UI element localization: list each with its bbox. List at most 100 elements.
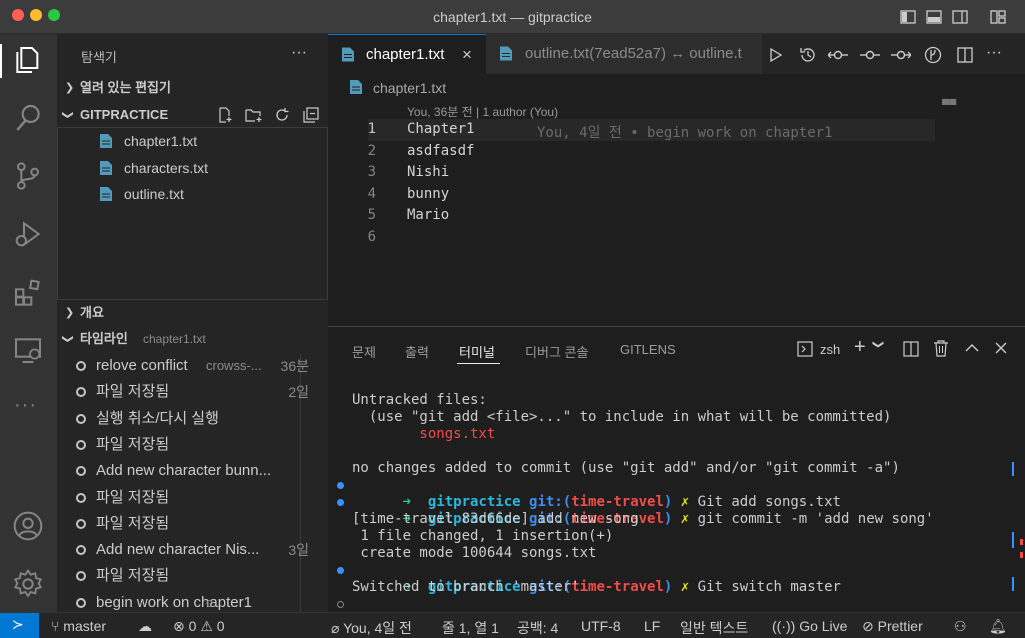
editor-tabs: chapter1.txt × outline.txt(7ead52a7) ↔ o… bbox=[328, 34, 1025, 74]
blame-indicator[interactable]: ⌀ You, 4일 전 bbox=[331, 618, 412, 638]
timeline-item[interactable]: Add new character Nis... 3일 bbox=[57, 539, 328, 561]
timeline-item-desc: c... bbox=[206, 594, 224, 610]
line-number: 6 bbox=[367, 228, 376, 245]
open-editors-section[interactable]: ❯ 열려 있는 편집기 bbox=[57, 77, 328, 99]
go-live-label: Go Live bbox=[799, 618, 848, 634]
tab-gitlens[interactable]: GITLENS bbox=[620, 342, 676, 357]
timeline-item[interactable]: 파일 저장됨 bbox=[57, 513, 328, 535]
history-icon[interactable] bbox=[799, 46, 817, 64]
file-item-outline[interactable]: outline.txt bbox=[58, 183, 329, 205]
timeline-item[interactable]: begin work on chapter1 c... bbox=[57, 592, 328, 614]
accounts-icon[interactable] bbox=[12, 510, 44, 542]
search-icon[interactable] bbox=[12, 102, 44, 134]
timeline-section[interactable]: ❯ 타임라인 chapter1.txt bbox=[57, 328, 328, 350]
settings-gear-icon[interactable] bbox=[12, 568, 44, 600]
extensions-icon[interactable] bbox=[12, 276, 44, 308]
close-panel-icon[interactable] bbox=[994, 341, 1008, 355]
timeline-item[interactable]: Add new character bunn... bbox=[57, 460, 328, 482]
timeline-item-title: 파일 저장됨 bbox=[96, 383, 170, 401]
language-mode[interactable]: 일반 텍스트 bbox=[680, 618, 748, 638]
maximize-panel-icon[interactable] bbox=[965, 342, 979, 354]
branch-indicator[interactable]: ⑂ master bbox=[51, 618, 106, 634]
code-line[interactable]: Chapter1 bbox=[407, 121, 474, 137]
code-line[interactable]: bunny bbox=[407, 186, 449, 202]
tab-output[interactable]: 출력 bbox=[405, 342, 429, 361]
notifications-bell-icon[interactable]: 🔔︎ bbox=[989, 618, 1007, 635]
commit-node-icon bbox=[76, 439, 86, 450]
remote-indicator[interactable]: ≻ bbox=[0, 613, 39, 638]
git-branch-icon: ⑂ bbox=[51, 618, 60, 634]
refresh-icon[interactable] bbox=[274, 107, 290, 123]
accounts-live-share-icon[interactable]: ⚇ bbox=[954, 618, 967, 635]
more-icon[interactable]: ··· bbox=[14, 394, 37, 417]
split-terminal-icon[interactable] bbox=[903, 341, 919, 357]
toggle-sidebar-icon[interactable] bbox=[900, 9, 916, 25]
timeline-item[interactable]: 실행 취소/다시 실행 bbox=[57, 408, 328, 430]
timeline-item[interactable]: 파일 저장됨 bbox=[57, 487, 328, 509]
sync-icon[interactable]: ☁ bbox=[138, 618, 152, 635]
tab-terminal[interactable]: 터미널 bbox=[459, 342, 495, 361]
go-live-button[interactable]: ((·)) Go Live bbox=[772, 618, 847, 634]
remote-explorer-icon[interactable] bbox=[12, 334, 44, 366]
next-revision-icon[interactable] bbox=[891, 47, 911, 63]
toggle-panel-icon[interactable] bbox=[926, 9, 942, 25]
chevron-down-icon[interactable]: ❯ bbox=[872, 340, 885, 349]
command-decoration-icon[interactable] bbox=[337, 482, 344, 489]
prettier-icon: ⊘ bbox=[862, 618, 874, 634]
split-editor-icon[interactable] bbox=[956, 46, 974, 64]
collapse-all-icon[interactable] bbox=[303, 107, 319, 123]
new-terminal-icon[interactable]: + bbox=[854, 336, 866, 359]
command-decoration-icon[interactable] bbox=[337, 499, 344, 506]
run-and-debug-icon[interactable] bbox=[12, 218, 44, 250]
terminal-line: songs.txt bbox=[352, 426, 496, 442]
tab-outline-diff[interactable]: outline.txt(7ead52a7) ↔ outline.t bbox=[486, 34, 762, 74]
file-item-characters[interactable]: characters.txt bbox=[58, 157, 329, 179]
more-actions-icon[interactable]: ··· bbox=[986, 44, 1002, 62]
inline-blame: You, 4일 전 • begin work on chapter1 bbox=[537, 125, 833, 141]
explorer-icon[interactable] bbox=[12, 44, 44, 76]
toggle-secondary-sidebar-icon[interactable] bbox=[952, 9, 968, 25]
new-folder-icon[interactable] bbox=[245, 107, 263, 123]
code-line[interactable]: asdfasdf bbox=[407, 143, 474, 159]
tab-problems[interactable]: 문제 bbox=[352, 342, 376, 361]
outline-label: 개요 bbox=[80, 305, 104, 320]
timeline-item[interactable]: relove conflict crowss-... 36분 bbox=[57, 355, 328, 377]
close-tab-icon[interactable]: × bbox=[462, 35, 472, 74]
timeline-item[interactable]: 파일 저장됨 bbox=[57, 434, 328, 456]
blame-text: You, 4일 전 bbox=[343, 620, 412, 636]
breadcrumb-file[interactable]: chapter1.txt bbox=[373, 80, 446, 96]
tab-chapter1[interactable]: chapter1.txt × bbox=[328, 34, 486, 74]
encoding[interactable]: UTF-8 bbox=[581, 618, 621, 634]
run-icon[interactable] bbox=[768, 47, 784, 63]
prettier-button[interactable]: ⊘ Prettier bbox=[862, 618, 923, 635]
new-file-icon[interactable] bbox=[217, 107, 233, 123]
code-line[interactable]: Mario bbox=[407, 207, 449, 223]
more-actions-icon[interactable]: ··· bbox=[291, 44, 307, 62]
tab-debug-console[interactable]: 디버그 콘솔 bbox=[525, 342, 588, 361]
command-decoration-icon[interactable] bbox=[337, 567, 344, 574]
previous-revision-icon[interactable] bbox=[828, 47, 848, 63]
status-bar: ≻ ⑂ master ☁ ⊗ 0 ⚠ 0 ⌀ You, 4일 전 줄 1, 열 … bbox=[0, 612, 1025, 638]
source-control-icon[interactable] bbox=[12, 160, 44, 192]
warning-count: 0 bbox=[216, 618, 225, 634]
folder-section[interactable]: ❯ GITPRACTICE bbox=[57, 104, 328, 126]
cursor-position[interactable]: 줄 1, 열 1 bbox=[442, 618, 499, 638]
file-icon bbox=[350, 80, 362, 94]
commit-icon[interactable] bbox=[860, 47, 880, 63]
command-decoration-icon[interactable] bbox=[337, 601, 344, 608]
timeline-item[interactable]: 파일 저장됨 2일 bbox=[57, 381, 328, 403]
timeline-item[interactable]: 파일 저장됨 bbox=[57, 565, 328, 587]
customize-layout-icon[interactable] bbox=[990, 9, 1006, 25]
shell-name[interactable]: zsh bbox=[820, 342, 840, 357]
problems-indicator[interactable]: ⊗ 0 ⚠ 0 bbox=[173, 618, 225, 635]
code-line[interactable]: Nishi bbox=[407, 164, 449, 180]
file-name: outline.txt bbox=[124, 186, 184, 202]
end-of-line[interactable]: LF bbox=[644, 618, 660, 634]
trash-icon[interactable] bbox=[933, 340, 949, 357]
editor-area: chapter1.txt × outline.txt(7ead52a7) ↔ o… bbox=[328, 34, 1025, 326]
indentation[interactable]: 공백: 4 bbox=[517, 618, 558, 638]
codelens-authors[interactable]: You, 36분 전 | 1 author (You) bbox=[407, 103, 558, 120]
file-item-chapter1[interactable]: chapter1.txt bbox=[58, 130, 329, 152]
gitlens-icon[interactable] bbox=[924, 46, 942, 64]
outline-section[interactable]: ❯ 개요 bbox=[57, 302, 328, 324]
